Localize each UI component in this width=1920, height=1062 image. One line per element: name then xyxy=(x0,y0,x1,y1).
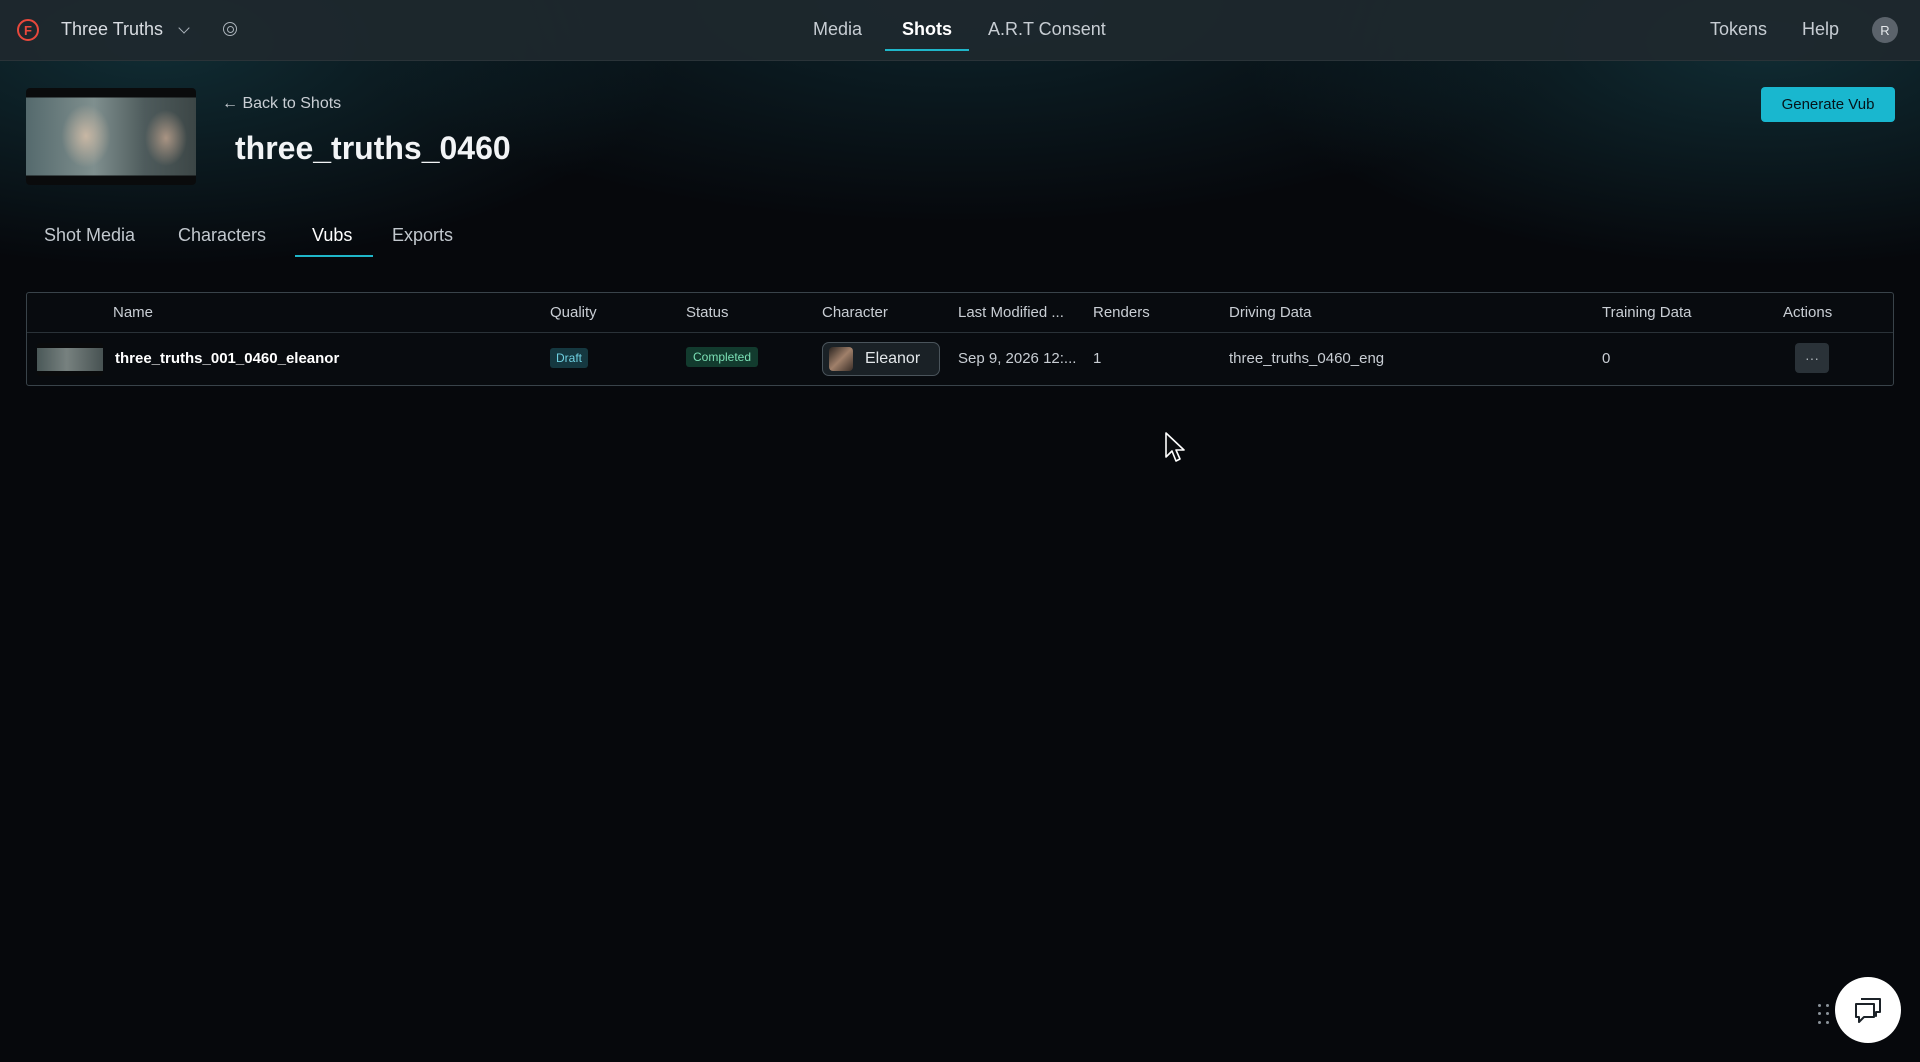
character-chip[interactable]: Eleanor xyxy=(822,342,940,376)
tab-active-indicator xyxy=(295,255,373,257)
vub-thumbnail xyxy=(37,343,103,376)
character-avatar xyxy=(829,347,853,371)
page-title: three_truths_0460 xyxy=(235,130,511,166)
driving-data-value: three_truths_0460_eng xyxy=(1229,350,1385,367)
mouse-cursor-icon xyxy=(1165,432,1185,462)
nav-shots[interactable]: Shots xyxy=(902,19,952,40)
tab-characters[interactable]: Characters xyxy=(178,225,266,246)
tab-vubs[interactable]: Vubs xyxy=(312,225,352,246)
row-actions-button[interactable]: ··· xyxy=(1795,343,1829,373)
nav-active-indicator xyxy=(885,49,969,51)
column-header-last-modified[interactable]: Last Modified ... xyxy=(958,304,1064,321)
renders-value: 1 xyxy=(1093,350,1102,367)
help-link[interactable]: Help xyxy=(1802,19,1839,40)
vub-name[interactable]: three_truths_001_0460_eleanor xyxy=(115,350,339,367)
last-modified-value: Sep 9, 2026 12:... xyxy=(958,350,1077,367)
training-data-value: 0 xyxy=(1602,350,1611,367)
user-avatar[interactable]: R xyxy=(1872,17,1898,43)
drag-handle-icon[interactable] xyxy=(1818,1004,1830,1026)
column-header-character[interactable]: Character xyxy=(822,304,888,321)
shot-thumbnail xyxy=(26,88,196,185)
vubs-table: Name Quality Status Character Last Modif… xyxy=(26,292,1894,386)
tokens-link[interactable]: Tokens xyxy=(1710,19,1767,40)
column-header-quality[interactable]: Quality xyxy=(550,304,597,321)
quality-badge: Draft xyxy=(550,348,589,368)
tab-exports[interactable]: Exports xyxy=(392,225,453,246)
table-row[interactable]: three_truths_001_0460_eleanor Draft Comp… xyxy=(27,333,1893,386)
chat-icon xyxy=(1855,998,1881,1023)
column-header-actions: Actions xyxy=(1783,304,1833,321)
column-header-name[interactable]: Name xyxy=(113,304,153,321)
back-to-shots-link[interactable]: ← Back to Shots xyxy=(222,95,341,113)
top-navigation-bar: F Three Truths Media Shots A.R.T Consent… xyxy=(0,0,1920,61)
nav-media[interactable]: Media xyxy=(813,19,862,40)
gear-icon[interactable] xyxy=(223,22,237,36)
table-header: Name Quality Status Character Last Modif… xyxy=(27,293,1893,333)
column-header-training-data[interactable]: Training Data xyxy=(1602,304,1692,321)
nav-art-consent[interactable]: A.R.T Consent xyxy=(988,19,1106,40)
column-header-status[interactable]: Status xyxy=(686,304,729,321)
chevron-down-icon[interactable] xyxy=(178,22,190,34)
generate-vub-button[interactable]: Generate Vub xyxy=(1761,87,1895,122)
status-badge: Completed xyxy=(686,347,759,367)
tab-shot-media[interactable]: Shot Media xyxy=(44,225,135,246)
chat-support-button[interactable] xyxy=(1835,977,1901,1043)
column-header-renders[interactable]: Renders xyxy=(1093,304,1150,321)
app-logo-icon[interactable]: F xyxy=(17,19,39,41)
character-name: Eleanor xyxy=(865,350,921,367)
project-selector[interactable]: Three Truths xyxy=(61,19,163,40)
column-header-driving-data[interactable]: Driving Data xyxy=(1229,304,1312,321)
